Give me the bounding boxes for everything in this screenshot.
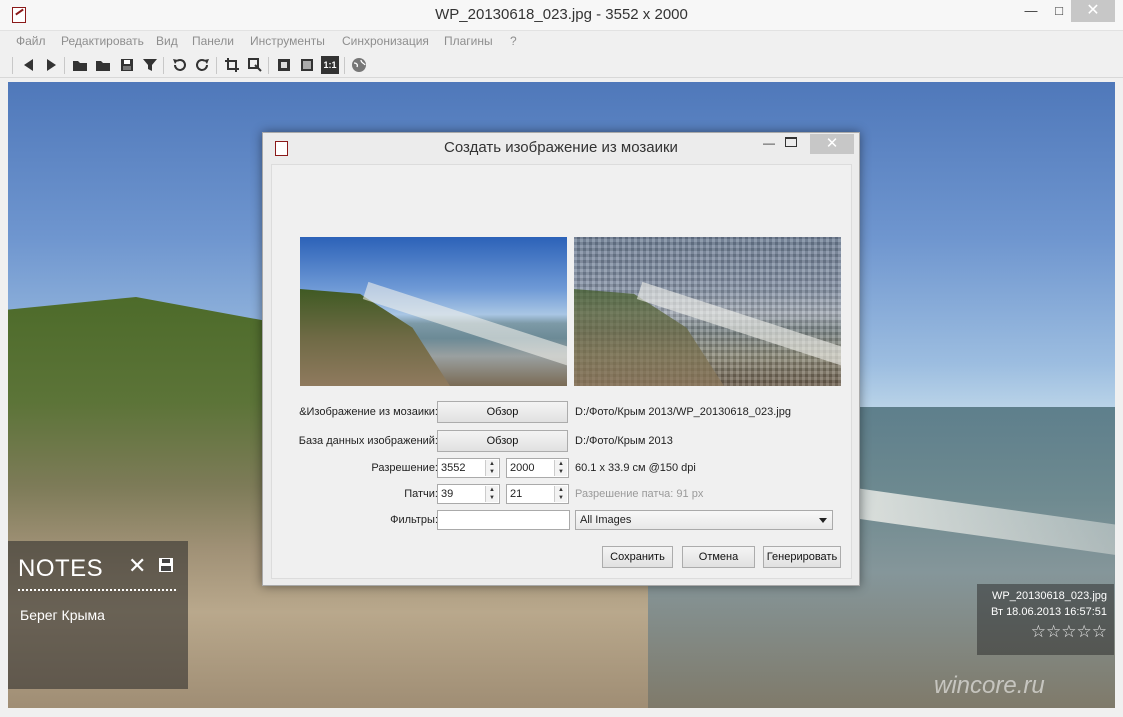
- menu-edit[interactable]: Редактировать: [61, 34, 144, 48]
- chevron-down-icon: [819, 518, 827, 523]
- browse-image-button[interactable]: Обзор: [437, 401, 568, 423]
- actual-size-icon[interactable]: 1:1: [321, 56, 339, 74]
- filters-select-value: All Images: [580, 514, 632, 526]
- patches-x-value: 39: [441, 488, 454, 500]
- watermark: wincore.ru: [934, 672, 1045, 699]
- original-preview: [300, 237, 567, 386]
- forward-icon[interactable]: [42, 56, 60, 74]
- patches-y-stepper[interactable]: 21 ▲ ▼: [506, 484, 569, 504]
- fit-icon[interactable]: [275, 56, 293, 74]
- minimize-button[interactable]: —: [1018, 0, 1044, 22]
- title-bar: WP_20130618_023.jpg - 3552 x 2000 — □ ✕: [0, 0, 1123, 31]
- dialog-close-button[interactable]: ✕: [810, 134, 854, 154]
- notes-text[interactable]: Берег Крыма: [20, 607, 105, 623]
- database-path: D:/Фото/Крым 2013: [575, 435, 673, 447]
- save-button[interactable]: Сохранить: [602, 546, 673, 568]
- resolution-label: Разрешение:: [371, 462, 438, 474]
- patches-x-stepper[interactable]: 39 ▲ ▼: [437, 484, 500, 504]
- resolution-info: 60.1 x 33.9 см @150 dpi: [575, 462, 696, 474]
- stepper-arrows-icon[interactable]: ▲ ▼: [554, 460, 567, 476]
- folder-icon[interactable]: [94, 56, 112, 74]
- filters-label: Фильтры:: [390, 514, 438, 526]
- generate-button[interactable]: Генерировать: [763, 546, 841, 568]
- patch-resolution-hint: Разрешение патча: 91 px: [575, 488, 704, 500]
- menu-tools[interactable]: Инструменты: [250, 34, 325, 48]
- notes-title: NOTES: [18, 555, 104, 582]
- dialog-maximize-button[interactable]: [785, 137, 797, 147]
- resize-icon[interactable]: [246, 56, 264, 74]
- toolbar-separator: [64, 57, 65, 74]
- toolbar-separator: [216, 57, 217, 74]
- resolution-width-value: 3552: [441, 462, 466, 474]
- mosaic-dialog: Создать изображение из мозаики — ✕ &Изоб…: [262, 132, 860, 586]
- crop-icon[interactable]: [223, 56, 241, 74]
- close-button[interactable]: ✕: [1071, 0, 1115, 22]
- cancel-button[interactable]: Отмена: [682, 546, 755, 568]
- mosaic-image-path: D:/Фото/Крым 2013/WP_20130618_023.jpg: [575, 406, 791, 418]
- menu-help[interactable]: ?: [510, 34, 517, 48]
- patches-label: Патчи:: [404, 488, 438, 500]
- maximize-button[interactable]: □: [1046, 0, 1072, 22]
- toolbar-separator: [12, 57, 13, 74]
- dialog-body: &Изображение из мозаики: Обзор D:/Фото/К…: [271, 164, 852, 579]
- filters-input[interactable]: [437, 510, 570, 530]
- mosaic-image-label: &Изображение из мозаики:: [299, 406, 438, 418]
- patches-y-value: 21: [510, 488, 523, 500]
- notes-panel: NOTES ✕ Берег Крыма: [8, 541, 188, 689]
- notes-close-icon[interactable]: ✕: [128, 553, 146, 579]
- globe-icon[interactable]: [350, 56, 368, 74]
- menu-panels[interactable]: Панели: [192, 34, 234, 48]
- notes-save-icon[interactable]: [158, 557, 174, 573]
- mosaic-preview: [574, 237, 841, 386]
- menu-file[interactable]: Файл: [16, 34, 46, 48]
- info-filename: WP_20130618_023.jpg: [992, 590, 1107, 602]
- menu-sync[interactable]: Синхронизация: [342, 34, 429, 48]
- back-icon[interactable]: [20, 56, 38, 74]
- toolbar-separator: [344, 57, 345, 74]
- stepper-arrows-icon[interactable]: ▲ ▼: [485, 486, 498, 502]
- dialog-minimize-button[interactable]: —: [759, 136, 779, 150]
- resolution-height-value: 2000: [510, 462, 535, 474]
- stepper-arrows-icon[interactable]: ▲ ▼: [554, 486, 567, 502]
- rating-stars[interactable]: ☆☆☆☆☆: [984, 622, 1107, 642]
- stepper-arrows-icon[interactable]: ▲ ▼: [485, 460, 498, 476]
- window-title: WP_20130618_023.jpg - 3552 x 2000: [435, 6, 688, 23]
- filters-select[interactable]: All Images: [575, 510, 833, 530]
- menu-view[interactable]: Вид: [156, 34, 178, 48]
- open-folder-icon[interactable]: [71, 56, 89, 74]
- toolbar-separator: [268, 57, 269, 74]
- resolution-width-stepper[interactable]: 3552 ▲ ▼: [437, 458, 500, 478]
- notes-divider: [18, 589, 176, 591]
- filter-icon[interactable]: [141, 56, 159, 74]
- database-label: База данных изображений:: [298, 435, 438, 447]
- image-info-box: WP_20130618_023.jpg Вт 18.06.2013 16:57:…: [977, 584, 1114, 655]
- toolbar-separator: [163, 57, 164, 74]
- menu-plugins[interactable]: Плагины: [444, 34, 493, 48]
- resolution-height-stepper[interactable]: 2000 ▲ ▼: [506, 458, 569, 478]
- menu-bar: Файл Редактировать Вид Панели Инструмент…: [0, 31, 1123, 53]
- rotate-right-icon[interactable]: [194, 56, 212, 74]
- save-icon[interactable]: [118, 56, 136, 74]
- info-date: Вт 18.06.2013 16:57:51: [991, 606, 1107, 618]
- browse-database-button[interactable]: Обзор: [437, 430, 568, 452]
- toolbar: 1:1: [0, 53, 1123, 78]
- rotate-left-icon[interactable]: [170, 56, 188, 74]
- fullscreen-icon[interactable]: [298, 56, 316, 74]
